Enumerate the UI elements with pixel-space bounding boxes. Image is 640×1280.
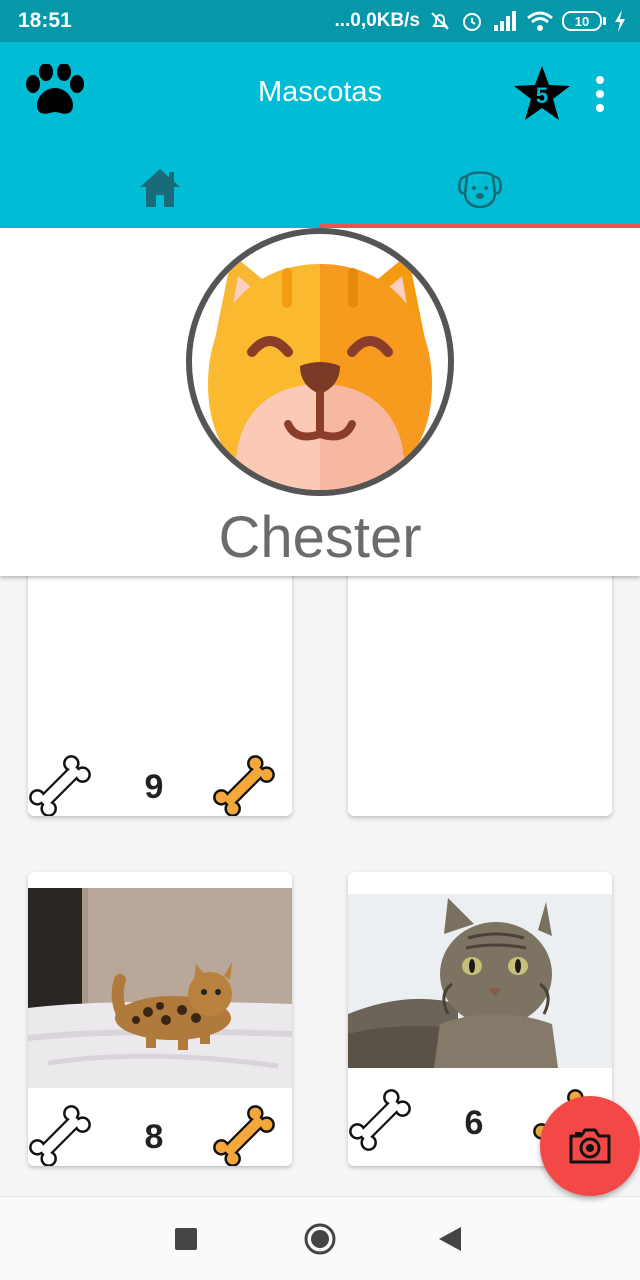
signal-icon [494, 11, 516, 31]
card-count: 8 [144, 1118, 164, 1156]
tab-pets[interactable] [320, 148, 640, 228]
profile-card: Chester [0, 228, 640, 576]
bone-outline-icon[interactable] [348, 1086, 414, 1154]
home-nav-button[interactable] [300, 1219, 340, 1259]
photo-card-3[interactable]: 8 [28, 872, 292, 1166]
rating-badge-value: 5 [536, 83, 548, 108]
status-icons: ...0,0KB/s 10 [334, 7, 626, 35]
network-speed: ...0,0KB/s [334, 10, 420, 31]
battery-level: 10 [562, 11, 602, 31]
recents-button[interactable] [166, 1219, 206, 1259]
status-bar: 18:51 ...0,0KB/s 10 [0, 0, 640, 42]
bone-filled-icon[interactable] [210, 1102, 278, 1166]
bengal-kitten-photo[interactable] [28, 888, 292, 1088]
cat-face-icon [208, 254, 432, 490]
card-count: 6 [464, 1104, 484, 1142]
card-count: 9 [144, 768, 164, 806]
bone-outline-icon[interactable] [28, 752, 94, 816]
pet-avatar[interactable] [186, 228, 454, 496]
alarm-icon [463, 13, 481, 31]
recents-square-icon [175, 1228, 197, 1250]
dog-face-icon [458, 171, 502, 209]
pet-name: Chester [218, 505, 422, 570]
camera-icon [569, 1128, 611, 1164]
rating-star-icon[interactable]: 5 [512, 64, 572, 124]
home-circle-icon [304, 1223, 336, 1255]
more-vertical-icon[interactable] [584, 72, 616, 116]
status-time: 18:51 [18, 9, 72, 32]
battery-icon: 10 [562, 11, 606, 31]
system-nav-bar [0, 1196, 640, 1280]
back-triangle-icon [439, 1227, 461, 1251]
wifi-icon [527, 11, 553, 31]
camera-fab-button[interactable] [540, 1096, 640, 1196]
home-icon [140, 169, 180, 207]
back-button[interactable] [430, 1219, 470, 1259]
app-bar: Mascotas 5 [0, 42, 640, 228]
tab-home[interactable] [0, 148, 320, 228]
tabby-cat-photo[interactable] [348, 894, 612, 1068]
photo-card-1[interactable]: 9 [28, 560, 292, 816]
photo-card-2[interactable] [348, 560, 612, 816]
mute-bell-icon [431, 12, 449, 30]
charging-icon [615, 10, 625, 32]
bone-outline-icon[interactable] [28, 1102, 94, 1166]
bone-filled-icon[interactable] [210, 752, 278, 816]
